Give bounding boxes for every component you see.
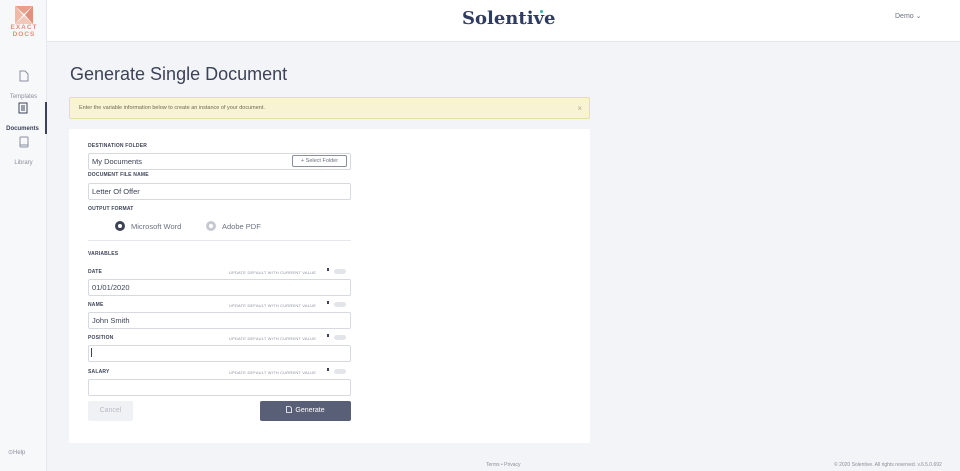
variable-input-position[interactable] [88, 345, 351, 362]
toggle-indicator [327, 334, 329, 337]
variable-label-name: NAME [88, 302, 104, 308]
update-default-toggle-salary[interactable] [334, 369, 346, 374]
logo-icon [15, 6, 33, 24]
update-default-label: UPDATE DEFAULT WITH CURRENT VALUE [229, 336, 317, 341]
cancel-button[interactable]: Cancel [88, 401, 133, 421]
variable-label-date: DATE [88, 269, 103, 275]
output-format-label: OUTPUT FORMAT [88, 206, 134, 212]
sidebar-item-label: Documents [6, 126, 39, 132]
footer-links[interactable]: Terms • Privacy [486, 462, 521, 468]
file-name-input[interactable]: Letter Of Offer [88, 183, 351, 200]
book-icon [19, 136, 28, 148]
variable-input-name[interactable]: John Smith [88, 312, 351, 329]
sidebar: EXACT DOCS Templates Documents Library ⊙… [0, 0, 47, 471]
alert-close-icon[interactable]: × [577, 104, 582, 113]
sidebar-item-label: Library [14, 160, 33, 166]
radio-adobe-pdf[interactable] [206, 221, 216, 231]
select-folder-button[interactable]: + Select Folder [292, 155, 347, 167]
variable-label-salary: SALARY [88, 369, 110, 375]
text-caret [91, 348, 92, 357]
variable-label-position: POSITION [88, 335, 114, 341]
radio-label-word: Microsoft Word [131, 222, 182, 231]
brand-dot [540, 10, 543, 13]
generate-button[interactable]: Generate [260, 401, 351, 421]
update-default-label: UPDATE DEFAULT WITH CURRENT VALUE [229, 270, 317, 275]
sidebar-item-documents[interactable]: Documents [0, 102, 47, 134]
update-default-label: UPDATE DEFAULT WITH CURRENT VALUE [229, 370, 317, 375]
radio-label-pdf: Adobe PDF [222, 222, 261, 231]
radio-microsoft-word[interactable] [115, 221, 125, 231]
top-header: Solentive Demo ⌄ [47, 0, 960, 42]
variables-label: VARIABLES [88, 251, 119, 257]
file-name-label: DOCUMENT FILE NAME [88, 172, 149, 178]
footer-copyright: © 2020 Solentive. All rights reserved. v… [834, 462, 942, 468]
document-icon [286, 406, 293, 413]
document-icon [18, 102, 27, 114]
update-default-label: UPDATE DEFAULT WITH CURRENT VALUE [229, 303, 317, 308]
exactdocs-logo[interactable]: EXACT DOCS [6, 6, 42, 44]
sidebar-item-templates[interactable]: Templates [0, 70, 47, 102]
file-icon [19, 70, 28, 82]
toggle-indicator [327, 301, 329, 304]
help-label: Help [13, 450, 26, 456]
variable-input-date[interactable]: 01/01/2020 [88, 279, 351, 296]
toggle-indicator [327, 268, 329, 271]
alert-text: Enter the variable information below to … [79, 105, 265, 111]
page-title: Generate Single Document [70, 64, 288, 84]
user-menu[interactable]: Demo ⌄ [895, 12, 921, 20]
logo-text-line1: EXACT [10, 24, 38, 31]
destination-folder-label: DESTINATION FOLDER [88, 143, 148, 149]
update-default-toggle-date[interactable] [334, 269, 346, 274]
update-default-toggle-name[interactable] [334, 302, 346, 307]
sidebar-item-library[interactable]: Library [0, 136, 47, 168]
update-default-toggle-position[interactable] [334, 335, 346, 340]
info-alert: Enter the variable information below to … [69, 97, 590, 119]
variable-input-salary[interactable] [88, 379, 351, 396]
logo-text-line2: DOCS [12, 31, 36, 38]
help-link[interactable]: ⊙Help [8, 449, 25, 456]
generate-button-label: Generate [295, 407, 325, 414]
sidebar-item-label: Templates [9, 94, 38, 100]
toggle-indicator [327, 368, 329, 371]
divider [88, 240, 351, 241]
